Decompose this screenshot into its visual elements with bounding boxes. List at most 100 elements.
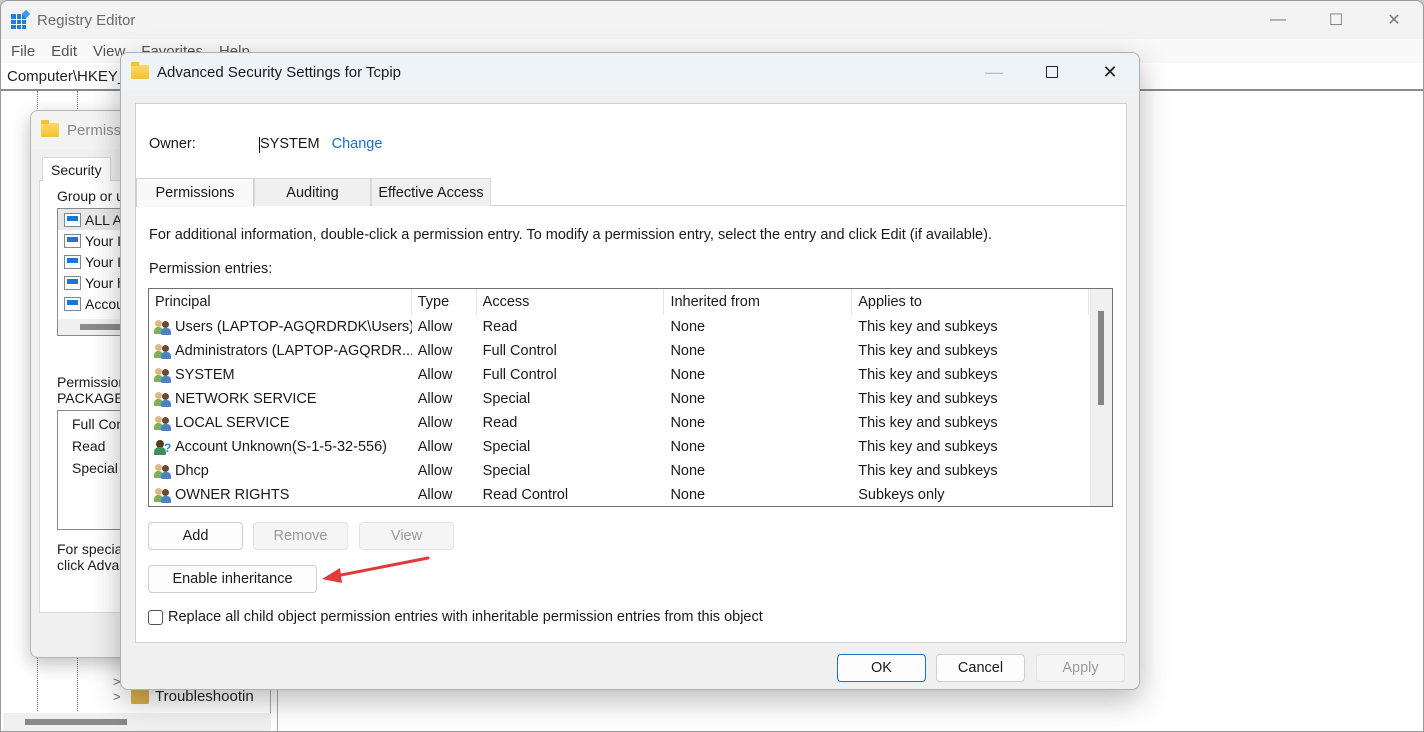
cell-text: This key and subkeys <box>858 343 998 359</box>
scrollbar-thumb[interactable] <box>25 719 127 725</box>
cell-type: Allow <box>412 363 477 387</box>
cell-text: Full Control <box>482 367 557 383</box>
column-header-principal[interactable]: Principal <box>149 289 412 315</box>
owner-value[interactable]: SYSTEM <box>259 136 320 153</box>
cell-text: Allow <box>417 487 453 503</box>
users-group-icon <box>154 415 172 431</box>
cell-type: Allow <box>412 459 477 483</box>
registry-maximize-button[interactable]: ☐ <box>1307 1 1365 39</box>
tree-item-troubleshooting[interactable]: > Troubleshootin <box>113 686 254 705</box>
users-group-icon <box>154 367 172 383</box>
cell-text: Users (LAPTOP-AGQRDRDK\Users) <box>175 319 412 335</box>
cell-text: None <box>670 391 706 407</box>
chevron-right-icon[interactable]: > <box>113 689 125 704</box>
cell-text: Allow <box>417 319 453 335</box>
tab-security[interactable]: Security <box>42 157 111 182</box>
cell-access: Special <box>477 459 665 483</box>
cell-applies: This key and subkeys <box>852 435 1089 459</box>
table-row[interactable]: SYSTEM Allow Full Control None This key and … <box>149 363 1089 387</box>
folder-icon <box>131 62 149 79</box>
cell-inherited: None <box>664 411 852 435</box>
cell-principal: Users (LAPTOP-AGQRDRDK\Users) <box>149 315 412 339</box>
group-icon <box>64 296 81 311</box>
cell-text: NETWORK SERVICE <box>175 391 317 407</box>
table-row[interactable]: Dhcp Allow Special None This key and subkeys <box>149 459 1089 483</box>
registry-close-button[interactable]: ✕ <box>1365 1 1423 39</box>
arrow-head <box>322 568 342 583</box>
menu-edit[interactable]: Edit <box>43 43 85 60</box>
table-row[interactable]: OWNER RIGHTS Allow Read Control None Subkeys… <box>149 483 1089 506</box>
close-button[interactable]: ✕ <box>1081 53 1139 91</box>
cell-text: Allow <box>417 367 453 383</box>
owner-label: Owner: <box>149 136 196 152</box>
users-group-icon <box>154 319 172 335</box>
cell-type: Allow <box>412 387 477 411</box>
advanced-security-dialog: Advanced Security Settings for Tcpip — ✕… <box>120 52 1140 690</box>
cell-access: Read <box>477 315 665 339</box>
advanced-titlebar: Advanced Security Settings for Tcpip — ✕ <box>121 53 1139 91</box>
arrow-shaft <box>334 556 430 578</box>
cell-text: Read <box>482 415 518 431</box>
cell-text: None <box>670 319 706 335</box>
cell-applies: This key and subkeys <box>852 387 1089 411</box>
table-row[interactable]: NETWORK SERVICE Allow Special None This key … <box>149 387 1089 411</box>
cell-text: This key and subkeys <box>858 319 998 335</box>
cell-applies: This key and subkeys <box>852 411 1089 435</box>
cell-principal: ? Account Unknown(S-1-5-32-556) <box>149 435 412 459</box>
maximize-button[interactable] <box>1023 53 1081 91</box>
ok-button[interactable]: OK <box>837 654 926 682</box>
cell-access: Full Control <box>477 363 665 387</box>
permissions-for-label: Permission PACKAGE <box>57 374 126 406</box>
entries-vertical-scrollbar[interactable] <box>1090 289 1112 506</box>
registry-minimize-button[interactable]: — <box>1249 1 1307 39</box>
group-icon <box>64 212 81 227</box>
cell-type: Allow <box>412 435 477 459</box>
apply-button[interactable]: Apply <box>1036 654 1125 682</box>
tab-auditing[interactable]: Auditing <box>254 178 371 206</box>
replace-child-permissions-checkbox[interactable] <box>148 609 163 625</box>
permission-entries-table[interactable]: Principal Type Access Inherited from App… <box>148 288 1113 507</box>
advanced-content-panel: Owner: SYSTEM Change Permissions Auditin… <box>135 103 1127 643</box>
remove-button[interactable]: Remove <box>253 522 348 550</box>
add-button[interactable]: Add <box>148 522 243 550</box>
owner-row: Owner: SYSTEM Change <box>149 136 383 153</box>
column-header-access[interactable]: Access <box>477 289 665 315</box>
column-header-inherited-from[interactable]: Inherited from <box>664 289 853 315</box>
cell-text: This key and subkeys <box>858 367 998 383</box>
tab-effective-access[interactable]: Effective Access <box>371 178 491 206</box>
table-row[interactable]: ? Account Unknown(S-1-5-32-556) Allow Speci… <box>149 435 1089 459</box>
table-body: Users (LAPTOP-AGQRDRDK\Users) Allow Read No… <box>149 315 1089 506</box>
change-owner-link[interactable]: Change <box>332 136 383 152</box>
cell-access: Read <box>477 411 665 435</box>
cell-text: None <box>670 439 706 455</box>
column-header-type[interactable]: Type <box>412 289 477 315</box>
cell-text: Special <box>482 439 531 455</box>
permissions-label-line: Permission <box>57 374 127 390</box>
tree-horizontal-scrollbar[interactable] <box>3 713 271 731</box>
cell-applies: This key and subkeys <box>852 315 1089 339</box>
scrollbar-thumb[interactable] <box>1098 311 1104 405</box>
folder-icon <box>131 686 149 704</box>
enable-inheritance-button[interactable]: Enable inheritance <box>148 565 317 593</box>
table-row[interactable]: LOCAL SERVICE Allow Read None This key and s… <box>149 411 1089 435</box>
table-row[interactable]: Administrators (LAPTOP-AGQRDR... Allow Ful… <box>149 339 1089 363</box>
cell-applies: This key and subkeys <box>852 363 1089 387</box>
menu-file[interactable]: File <box>3 43 43 60</box>
table-row[interactable]: Users (LAPTOP-AGQRDRDK\Users) Allow Read No… <box>149 315 1089 339</box>
cell-principal: SYSTEM <box>149 363 412 387</box>
cell-principal: LOCAL SERVICE <box>149 411 412 435</box>
advanced-title: Advanced Security Settings for Tcpip <box>157 63 402 81</box>
column-header-applies-to[interactable]: Applies to <box>852 289 1089 315</box>
cell-text: Special <box>482 391 531 407</box>
cancel-button[interactable]: Cancel <box>936 654 1025 682</box>
cell-applies: This key and subkeys <box>852 339 1089 363</box>
tab-permissions[interactable]: Permissions <box>136 178 254 207</box>
view-button[interactable]: View <box>359 522 454 550</box>
replace-child-permissions-row[interactable]: Replace all child object permission entr… <box>148 609 763 625</box>
replace-child-permissions-label[interactable]: Replace all child object permission entr… <box>168 609 763 625</box>
advanced-hint-line: For specia <box>57 541 123 557</box>
maximize-icon <box>1046 66 1058 78</box>
registry-title: Registry Editor <box>37 11 136 29</box>
minimize-button[interactable]: — <box>965 53 1023 91</box>
registry-titlebar: Registry Editor — ☐ ✕ <box>1 1 1423 39</box>
